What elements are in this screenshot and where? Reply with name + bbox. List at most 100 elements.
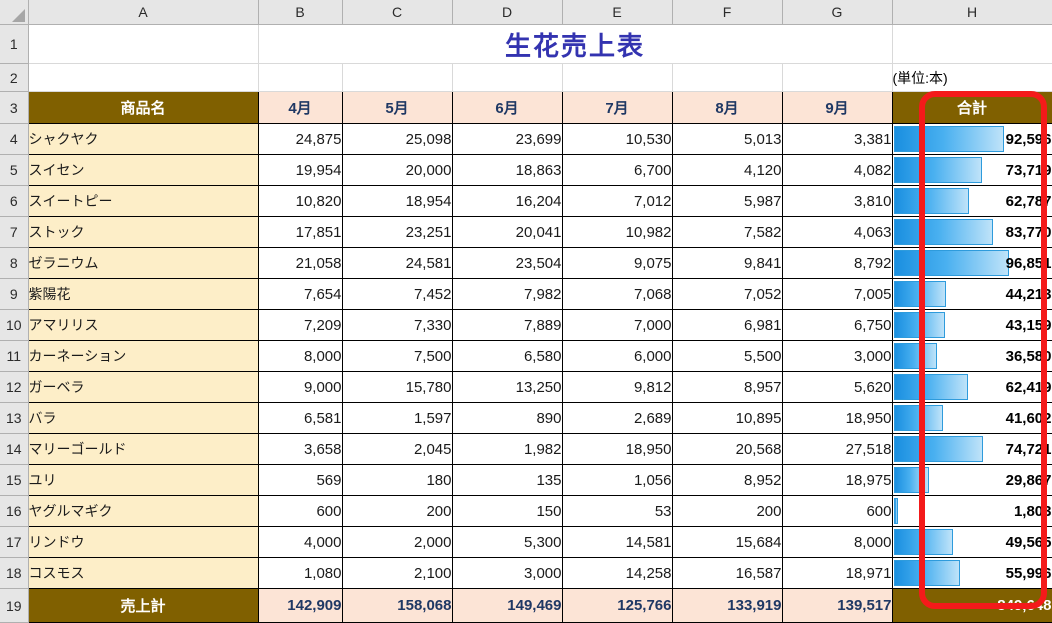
month-value-cell[interactable]: 3,381 bbox=[782, 124, 892, 155]
row-header-10[interactable]: 10 bbox=[0, 310, 28, 341]
month-value-cell[interactable]: 8,952 bbox=[672, 465, 782, 496]
month-value-cell[interactable]: 9,841 bbox=[672, 248, 782, 279]
month-value-cell[interactable]: 7,582 bbox=[672, 217, 782, 248]
cell-g2[interactable] bbox=[782, 64, 892, 92]
total-row-label[interactable]: 売上計 bbox=[28, 589, 258, 623]
month-value-cell[interactable]: 7,209 bbox=[258, 310, 342, 341]
row-total-cell[interactable]: 73,719 bbox=[892, 155, 1052, 186]
row-total-cell[interactable]: 36,580 bbox=[892, 341, 1052, 372]
month-value-cell[interactable]: 14,258 bbox=[562, 558, 672, 589]
month-value-cell[interactable]: 25,098 bbox=[342, 124, 452, 155]
month-value-cell[interactable]: 6,700 bbox=[562, 155, 672, 186]
row-total-cell[interactable]: 1,803 bbox=[892, 496, 1052, 527]
month-value-cell[interactable]: 18,950 bbox=[562, 434, 672, 465]
month-value-cell[interactable]: 3,658 bbox=[258, 434, 342, 465]
month-value-cell[interactable]: 6,981 bbox=[672, 310, 782, 341]
row-total-cell[interactable]: 83,770 bbox=[892, 217, 1052, 248]
month-value-cell[interactable]: 7,982 bbox=[452, 279, 562, 310]
header-month-5[interactable]: 8月 bbox=[672, 92, 782, 124]
row-header-8[interactable]: 8 bbox=[0, 248, 28, 279]
product-name-cell[interactable]: スイートピー bbox=[28, 186, 258, 217]
month-value-cell[interactable]: 9,000 bbox=[258, 372, 342, 403]
row-header-16[interactable]: 16 bbox=[0, 496, 28, 527]
month-value-cell[interactable]: 1,597 bbox=[342, 403, 452, 434]
month-value-cell[interactable]: 890 bbox=[452, 403, 562, 434]
month-value-cell[interactable]: 23,504 bbox=[452, 248, 562, 279]
row-total-cell[interactable]: 62,419 bbox=[892, 372, 1052, 403]
product-name-cell[interactable]: ゼラニウム bbox=[28, 248, 258, 279]
product-name-cell[interactable]: ガーベラ bbox=[28, 372, 258, 403]
cell-h1[interactable] bbox=[892, 25, 1052, 64]
row-total-cell[interactable]: 92,596 bbox=[892, 124, 1052, 155]
month-value-cell[interactable]: 4,120 bbox=[672, 155, 782, 186]
month-value-cell[interactable]: 10,895 bbox=[672, 403, 782, 434]
product-name-cell[interactable]: 紫陽花 bbox=[28, 279, 258, 310]
row-header-19[interactable]: 19 bbox=[0, 589, 28, 623]
month-value-cell[interactable]: 8,957 bbox=[672, 372, 782, 403]
product-name-cell[interactable]: ストック bbox=[28, 217, 258, 248]
month-value-cell[interactable]: 6,750 bbox=[782, 310, 892, 341]
page-title[interactable]: 生花売上表 bbox=[258, 25, 892, 64]
month-value-cell[interactable]: 7,330 bbox=[342, 310, 452, 341]
row-total-cell[interactable]: 41,602 bbox=[892, 403, 1052, 434]
month-value-cell[interactable]: 6,581 bbox=[258, 403, 342, 434]
product-name-cell[interactable]: バラ bbox=[28, 403, 258, 434]
row-header-7[interactable]: 7 bbox=[0, 217, 28, 248]
month-value-cell[interactable]: 53 bbox=[562, 496, 672, 527]
month-value-cell[interactable]: 13,250 bbox=[452, 372, 562, 403]
month-value-cell[interactable]: 1,056 bbox=[562, 465, 672, 496]
month-value-cell[interactable]: 23,251 bbox=[342, 217, 452, 248]
row-header-9[interactable]: 9 bbox=[0, 279, 28, 310]
month-value-cell[interactable]: 9,812 bbox=[562, 372, 672, 403]
month-value-cell[interactable]: 15,780 bbox=[342, 372, 452, 403]
month-value-cell[interactable]: 6,580 bbox=[452, 341, 562, 372]
month-value-cell[interactable]: 20,000 bbox=[342, 155, 452, 186]
month-value-cell[interactable]: 7,889 bbox=[452, 310, 562, 341]
month-value-cell[interactable]: 8,000 bbox=[258, 341, 342, 372]
month-value-cell[interactable]: 18,954 bbox=[342, 186, 452, 217]
row-header-3[interactable]: 3 bbox=[0, 92, 28, 124]
month-value-cell[interactable]: 600 bbox=[258, 496, 342, 527]
month-value-cell[interactable]: 1,982 bbox=[452, 434, 562, 465]
product-name-cell[interactable]: シャクヤク bbox=[28, 124, 258, 155]
header-month-1[interactable]: 4月 bbox=[258, 92, 342, 124]
row-header-17[interactable]: 17 bbox=[0, 527, 28, 558]
product-name-cell[interactable]: ユリ bbox=[28, 465, 258, 496]
month-value-cell[interactable]: 16,587 bbox=[672, 558, 782, 589]
row-header-14[interactable]: 14 bbox=[0, 434, 28, 465]
month-total-cell[interactable]: 139,517 bbox=[782, 589, 892, 623]
row-total-cell[interactable]: 29,867 bbox=[892, 465, 1052, 496]
month-value-cell[interactable]: 24,875 bbox=[258, 124, 342, 155]
row-header-11[interactable]: 11 bbox=[0, 341, 28, 372]
month-value-cell[interactable]: 7,052 bbox=[672, 279, 782, 310]
month-value-cell[interactable]: 23,699 bbox=[452, 124, 562, 155]
month-value-cell[interactable]: 5,300 bbox=[452, 527, 562, 558]
row-total-cell[interactable]: 74,721 bbox=[892, 434, 1052, 465]
row-total-cell[interactable]: 49,565 bbox=[892, 527, 1052, 558]
select-all-button[interactable] bbox=[0, 0, 28, 25]
column-header-d[interactable]: D bbox=[452, 0, 562, 25]
month-value-cell[interactable]: 20,568 bbox=[672, 434, 782, 465]
month-value-cell[interactable]: 150 bbox=[452, 496, 562, 527]
product-name-cell[interactable]: アマリリス bbox=[28, 310, 258, 341]
cell-c2[interactable] bbox=[342, 64, 452, 92]
column-header-e[interactable]: E bbox=[562, 0, 672, 25]
month-value-cell[interactable]: 15,684 bbox=[672, 527, 782, 558]
month-value-cell[interactable]: 7,000 bbox=[562, 310, 672, 341]
month-value-cell[interactable]: 5,500 bbox=[672, 341, 782, 372]
month-value-cell[interactable]: 5,620 bbox=[782, 372, 892, 403]
month-value-cell[interactable]: 7,452 bbox=[342, 279, 452, 310]
cell-e2[interactable] bbox=[562, 64, 672, 92]
month-value-cell[interactable]: 2,000 bbox=[342, 527, 452, 558]
product-name-cell[interactable]: リンドウ bbox=[28, 527, 258, 558]
month-value-cell[interactable]: 2,100 bbox=[342, 558, 452, 589]
column-header-g[interactable]: G bbox=[782, 0, 892, 25]
column-header-a[interactable]: A bbox=[28, 0, 258, 25]
month-value-cell[interactable]: 18,863 bbox=[452, 155, 562, 186]
cell-a2[interactable] bbox=[28, 64, 258, 92]
product-name-cell[interactable]: ヤグルマギク bbox=[28, 496, 258, 527]
row-header-1[interactable]: 1 bbox=[0, 25, 28, 64]
column-header-c[interactable]: C bbox=[342, 0, 452, 25]
month-value-cell[interactable]: 24,581 bbox=[342, 248, 452, 279]
row-header-13[interactable]: 13 bbox=[0, 403, 28, 434]
